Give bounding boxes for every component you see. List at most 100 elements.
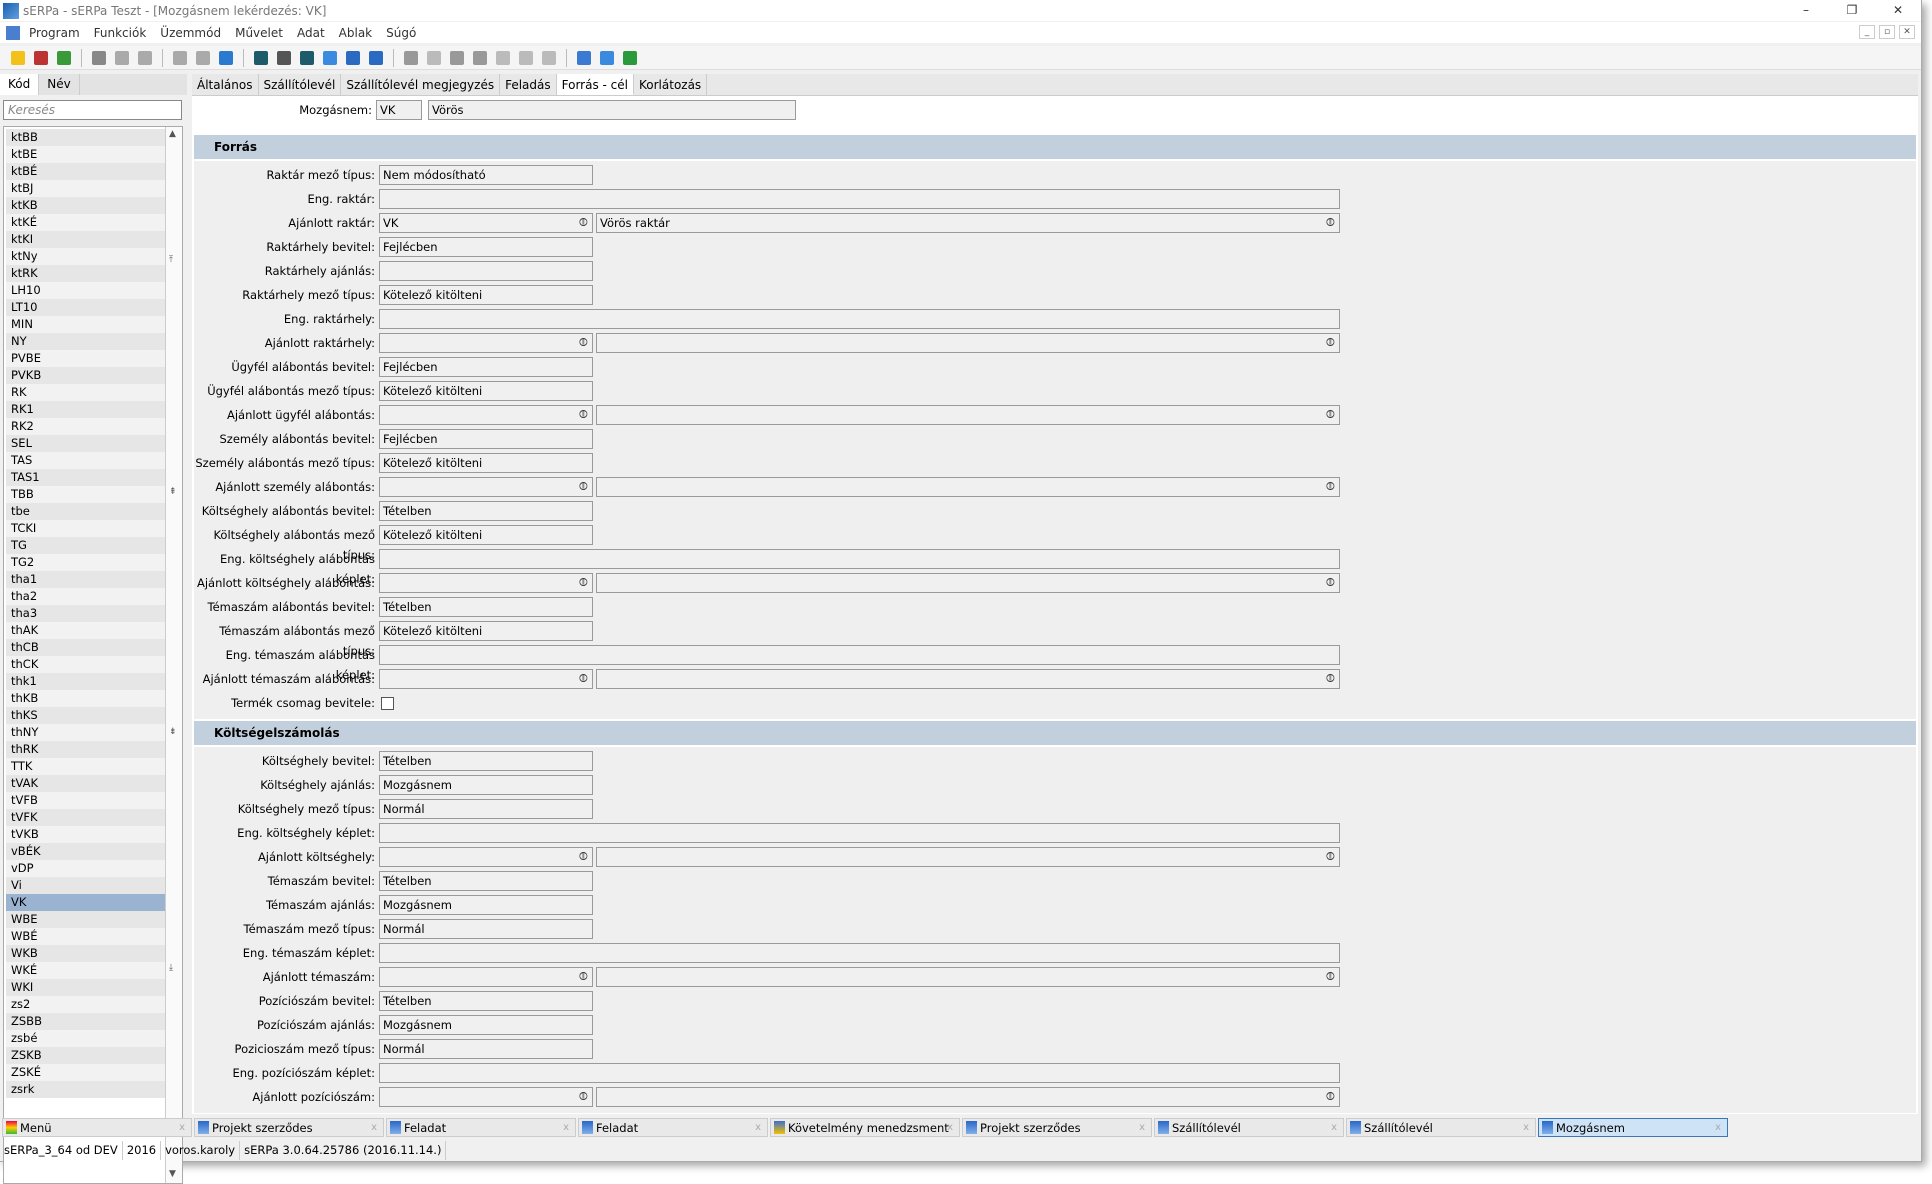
- list-item[interactable]: WKI: [6, 979, 166, 996]
- taskbar-item[interactable]: Feladat x: [578, 1118, 768, 1137]
- list-item[interactable]: tVKB: [6, 826, 166, 843]
- list-item[interactable]: WBÉ: [6, 928, 166, 945]
- list-item[interactable]: ktKB: [6, 197, 166, 214]
- list-item[interactable]: thNY: [6, 724, 166, 741]
- list-item[interactable]: ktBB: [6, 129, 166, 146]
- list-item[interactable]: TG: [6, 537, 166, 554]
- field-input[interactable]: Normál: [379, 799, 593, 819]
- list-item[interactable]: thKS: [6, 707, 166, 724]
- field-input[interactable]: Kötelező kitölteni: [379, 381, 593, 401]
- delete-button[interactable]: [31, 48, 51, 68]
- mdi-minimize-button[interactable]: _: [1859, 25, 1875, 39]
- list-item[interactable]: vBÉK: [6, 843, 166, 860]
- list-item[interactable]: thKB: [6, 690, 166, 707]
- list-item[interactable]: MIN: [6, 316, 166, 333]
- field-input[interactable]: Kötelező kitölteni: [379, 453, 593, 473]
- field-input[interactable]: Kötelező kitölteni: [379, 525, 593, 545]
- checkbox[interactable]: [381, 697, 394, 710]
- tab-1[interactable]: Szállítólevél: [259, 74, 342, 95]
- remove-button[interactable]: [516, 48, 536, 68]
- field-input-name[interactable]: [596, 333, 1340, 353]
- indent-button[interactable]: [401, 48, 421, 68]
- paperclip-icon[interactable]: ⦷: [1326, 336, 1335, 350]
- field-input-name[interactable]: [596, 1087, 1340, 1107]
- list-item[interactable]: ktRK: [6, 265, 166, 282]
- list-item[interactable]: Vi: [6, 877, 166, 894]
- field-input-name[interactable]: [596, 573, 1340, 593]
- field-input[interactable]: [379, 549, 1340, 569]
- page-down-icon[interactable]: ⤓: [169, 963, 173, 973]
- page-up-icon[interactable]: ⤒: [169, 255, 173, 265]
- field-input[interactable]: [379, 573, 593, 593]
- search-button[interactable]: [320, 48, 340, 68]
- list-item[interactable]: PVKB: [6, 367, 166, 384]
- paperclip-icon[interactable]: ⦷: [1326, 408, 1335, 422]
- list-item[interactable]: TBB: [6, 486, 166, 503]
- app-menu-icon[interactable]: [6, 25, 20, 40]
- mozgasnem-name-field[interactable]: Vörös: [428, 100, 796, 120]
- minimize-button[interactable]: –: [1783, 0, 1829, 20]
- move-out-button[interactable]: [470, 48, 490, 68]
- paperclip-icon[interactable]: ⦷: [579, 336, 588, 350]
- list-item[interactable]: tha2: [6, 588, 166, 605]
- calculator-button[interactable]: [574, 48, 594, 68]
- list-item[interactable]: thAK: [6, 622, 166, 639]
- list-item[interactable]: TTK: [6, 758, 166, 775]
- prev-icon[interactable]: ⇞: [169, 487, 177, 497]
- close-tab-icon[interactable]: x: [371, 1122, 377, 1133]
- menu-ablak[interactable]: Ablak: [332, 26, 379, 40]
- refresh-button[interactable]: [54, 48, 74, 68]
- field-input[interactable]: Kötelező kitölteni: [379, 621, 593, 641]
- field-input-name[interactable]: [596, 405, 1340, 425]
- field-input[interactable]: Tételben: [379, 751, 593, 771]
- field-input[interactable]: [379, 645, 1340, 665]
- email-button[interactable]: [597, 48, 617, 68]
- mdi-restore-button[interactable]: ▫: [1879, 25, 1895, 39]
- list-item[interactable]: ktBÉ: [6, 163, 166, 180]
- list-item[interactable]: RK2: [6, 418, 166, 435]
- menu-súgó[interactable]: Súgó: [379, 26, 423, 40]
- new-star-button[interactable]: [8, 48, 28, 68]
- paperclip-icon[interactable]: ⦷: [1326, 850, 1335, 864]
- paperclip-icon[interactable]: ⦷: [1326, 970, 1335, 984]
- list-item[interactable]: zsbé: [6, 1030, 166, 1047]
- list-item[interactable]: WKÉ: [6, 962, 166, 979]
- field-input[interactable]: Mozgásnem: [379, 895, 593, 915]
- field-input-name[interactable]: [596, 847, 1340, 867]
- export-excel-button[interactable]: [193, 48, 213, 68]
- list-item[interactable]: thk1: [6, 673, 166, 690]
- list-item[interactable]: ZSKB: [6, 1047, 166, 1064]
- field-input[interactable]: [379, 967, 593, 987]
- field-input[interactable]: Normál: [379, 919, 593, 939]
- field-input[interactable]: [379, 1063, 1340, 1083]
- restore-button[interactable]: ❐: [1829, 0, 1875, 20]
- field-input[interactable]: Normál: [379, 1039, 593, 1059]
- menu-művelet[interactable]: Művelet: [228, 26, 290, 40]
- tab-nev[interactable]: Név: [39, 74, 80, 95]
- taskbar-item[interactable]: Követelmény menedzsment x: [770, 1118, 960, 1137]
- paperclip-icon[interactable]: ⦷: [1326, 216, 1335, 230]
- field-input[interactable]: [379, 823, 1340, 843]
- taskbar-item[interactable]: Projekt szerződes x: [194, 1118, 384, 1137]
- field-input[interactable]: Nem módosítható: [379, 165, 593, 185]
- field-input[interactable]: Fejlécben: [379, 237, 593, 257]
- close-button[interactable]: ✕: [1875, 0, 1921, 20]
- list-item[interactable]: ZSBB: [6, 1013, 166, 1030]
- menu-program[interactable]: Program: [22, 26, 87, 40]
- sort-down-button[interactable]: [366, 48, 386, 68]
- list-item[interactable]: SEL: [6, 435, 166, 452]
- field-input[interactable]: [379, 669, 593, 689]
- paperclip-icon[interactable]: ⦷: [579, 576, 588, 590]
- tab-0[interactable]: Általános: [192, 74, 259, 95]
- field-input[interactable]: VK: [379, 213, 593, 233]
- taskbar-item[interactable]: Feladat x: [386, 1118, 576, 1137]
- field-input[interactable]: Tételben: [379, 991, 593, 1011]
- field-input[interactable]: Kötelező kitölteni: [379, 285, 593, 305]
- field-input-name[interactable]: [596, 477, 1340, 497]
- field-input-name[interactable]: [596, 967, 1340, 987]
- close-tab-icon[interactable]: x: [755, 1122, 761, 1133]
- list-item[interactable]: RK: [6, 384, 166, 401]
- field-input[interactable]: Fejlécben: [379, 429, 593, 449]
- filter-button[interactable]: [251, 48, 271, 68]
- field-input[interactable]: [379, 405, 593, 425]
